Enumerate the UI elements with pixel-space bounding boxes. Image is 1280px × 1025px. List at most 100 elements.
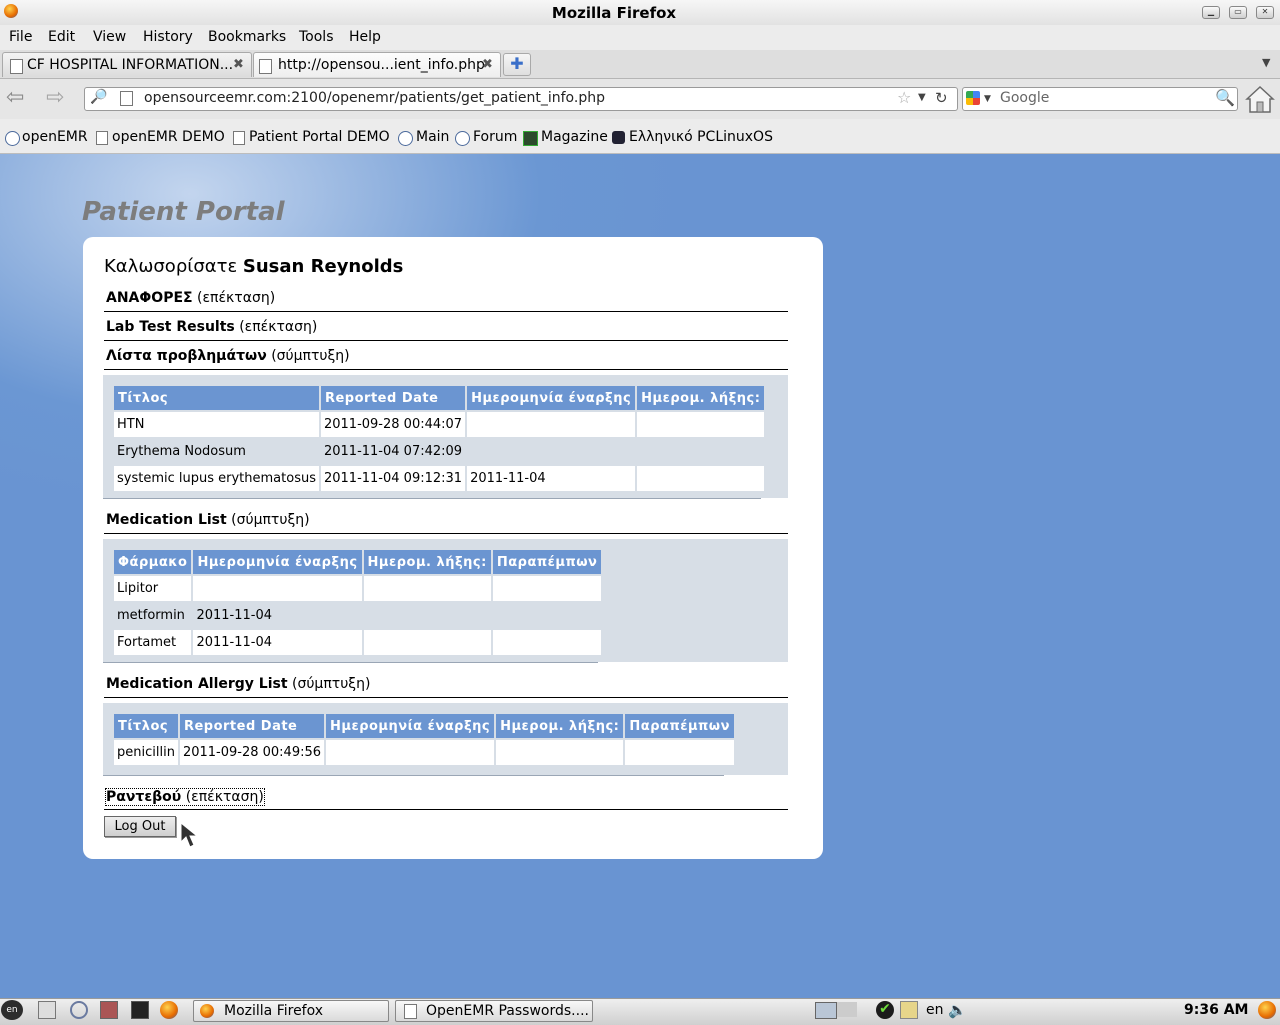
divider	[104, 311, 788, 312]
table-cell	[193, 576, 362, 601]
forward-arrow-icon[interactable]: ⇨	[46, 86, 64, 110]
bookmark-globe-icon	[455, 131, 470, 146]
welcome-heading: Καλωσορίσατε Susan Reynolds	[104, 256, 403, 277]
history-chevron-down-icon[interactable]: ▼	[918, 92, 926, 103]
table-cell: 2011-11-04	[467, 466, 636, 491]
expand-toggle[interactable]: (επέκταση)	[239, 319, 317, 335]
section-problem-list[interactable]: Λίστα προβλημάτων (σύμπτυξη)	[106, 348, 350, 364]
taskbar-window-firefox[interactable]: Mozilla Firefox	[193, 1000, 389, 1022]
url-text[interactable]: opensourceemr.com:2100/openemr/patients/…	[144, 90, 605, 106]
table-row: penicillin 2011-09-28 00:49:56	[114, 740, 734, 765]
settings-icon[interactable]	[100, 1001, 118, 1019]
search-icon[interactable]: 🔍	[1215, 88, 1235, 107]
keyboard-language[interactable]: en	[926, 1002, 944, 1018]
collapse-toggle[interactable]: (σύμπτυξη)	[271, 348, 349, 364]
divider	[103, 662, 598, 663]
menu-help[interactable]: Help	[349, 29, 381, 45]
bookmark-magazine[interactable]: Magazine	[541, 129, 608, 145]
page-icon	[10, 59, 23, 74]
section-title: Lab Test Results	[106, 319, 235, 335]
clipboard-icon[interactable]	[900, 1001, 918, 1019]
log-out-button[interactable]: Log Out	[104, 816, 176, 837]
menu-edit[interactable]: Edit	[48, 29, 75, 45]
table-cell	[363, 603, 491, 628]
menu-tools[interactable]: Tools	[299, 29, 334, 45]
bookmark-forum[interactable]: Forum	[473, 129, 517, 145]
maximize-button[interactable]: ▭	[1229, 6, 1247, 19]
bookmark-openemr-demo[interactable]: openEMR DEMO	[112, 129, 225, 145]
tab-close-icon[interactable]: ✖	[482, 57, 493, 72]
firefox-tray-icon[interactable]	[1258, 1001, 1276, 1019]
section-medication-list[interactable]: Medication List (σύμπτυξη)	[106, 512, 310, 528]
section-appointments[interactable]: Ραντεβού (επέκταση)	[105, 788, 265, 806]
table-cell: Erythema Nodosum	[114, 439, 319, 464]
menu-bookmarks[interactable]: Bookmarks	[208, 29, 286, 45]
section-title: Ραντεβού	[106, 789, 182, 805]
table-cell: Lipitor	[114, 576, 192, 601]
table-cell	[326, 740, 495, 765]
menu-history[interactable]: History	[143, 29, 193, 45]
expand-toggle[interactable]: (επέκταση)	[186, 789, 264, 805]
column-header: Τίτλος	[114, 714, 178, 738]
clock: 9:36 AM	[1184, 1002, 1249, 1018]
expand-toggle[interactable]: (επέκταση)	[197, 290, 275, 306]
close-button[interactable]: ✕	[1256, 6, 1274, 19]
menu-file[interactable]: File	[9, 29, 32, 45]
taskbar-window-label: Mozilla Firefox	[224, 1003, 324, 1019]
start-menu-icon[interactable]: en	[1, 1000, 23, 1020]
tab-close-icon[interactable]: ✖	[233, 57, 244, 72]
bookmark-patient-portal-demo[interactable]: Patient Portal DEMO	[249, 129, 390, 145]
tab-patient-info[interactable]: http://opensou...ient_info.php ✖	[253, 52, 501, 77]
menu-view[interactable]: View	[93, 29, 126, 45]
network-icon[interactable]	[70, 1001, 88, 1019]
column-header: Ημερομ. λήξης:	[363, 550, 491, 574]
bookmark-openemr[interactable]: openEMR	[22, 129, 88, 145]
reload-icon[interactable]: ↻	[935, 89, 948, 107]
section-allergy-list[interactable]: Medication Allergy List (σύμπτυξη)	[106, 676, 370, 692]
table-row: metformin 2011-11-04	[114, 603, 602, 628]
tab-list-chevron-down-icon[interactable]: ▼	[1262, 56, 1270, 69]
terminal-icon[interactable]	[131, 1001, 149, 1019]
column-header: Ημερομ. λήξης:	[496, 714, 624, 738]
workspace-pager-icon[interactable]	[837, 1002, 857, 1017]
search-input[interactable]: Google	[1000, 90, 1049, 106]
divider	[104, 697, 788, 698]
file-manager-icon[interactable]	[38, 1001, 56, 1019]
back-arrow-icon[interactable]: ⇦	[6, 86, 24, 110]
new-tab-plus-icon[interactable]: ✚	[503, 53, 531, 76]
collapse-toggle[interactable]: (σύμπτυξη)	[292, 676, 370, 692]
workspace-pager-icon[interactable]	[815, 1002, 837, 1019]
table-cell	[363, 576, 491, 601]
volume-icon[interactable]: 🔈	[948, 1001, 967, 1019]
table-cell	[625, 740, 734, 765]
bookmark-main[interactable]: Main	[416, 129, 449, 145]
column-header: Φάρμακο	[114, 550, 192, 574]
firefox-launcher-icon[interactable]	[160, 1001, 178, 1019]
table-row: Fortamet 2011-11-04	[114, 630, 602, 655]
column-header: Reported Date	[179, 714, 325, 738]
table-cell: HTN	[114, 412, 319, 437]
minimize-button[interactable]: ▁	[1202, 6, 1220, 19]
page-icon	[120, 91, 133, 106]
google-engine-icon[interactable]	[966, 91, 980, 105]
section-reports[interactable]: ΑΝΑΦΟΡΕΣ (επέκταση)	[106, 290, 275, 306]
divider	[103, 775, 724, 776]
column-header: Reported Date	[320, 386, 466, 410]
update-ok-check-icon[interactable]: ✔	[876, 1001, 894, 1019]
column-header: Παραπέμπων	[625, 714, 734, 738]
bookmark-pclinuxos[interactable]: Ελληνικό PCLinuxOS	[629, 129, 773, 145]
tab-cf-hospital[interactable]: CF HOSPITAL INFORMATION... ✖	[2, 52, 252, 77]
table-cell: metformin	[114, 603, 192, 628]
home-icon[interactable]	[1244, 84, 1276, 114]
section-lab-results[interactable]: Lab Test Results (επέκταση)	[106, 319, 317, 335]
table-row: HTN 2011-09-28 00:44:07	[114, 412, 765, 437]
engine-chevron-down-icon[interactable]: ▼	[984, 94, 991, 104]
allergy-list-table: Τίτλος Reported Date Ημερομηνία έναρξης …	[112, 712, 736, 767]
bookmark-star-icon[interactable]: ☆	[897, 88, 911, 107]
table-cell: 2011-11-04	[193, 630, 362, 655]
bookmark-page-icon	[96, 131, 108, 145]
site-identity-key-icon[interactable]: 🔎	[90, 89, 107, 105]
taskbar-window-passwords[interactable]: OpenEMR Passwords....	[395, 1000, 593, 1022]
table-row: Lipitor	[114, 576, 602, 601]
collapse-toggle[interactable]: (σύμπτυξη)	[231, 512, 309, 528]
